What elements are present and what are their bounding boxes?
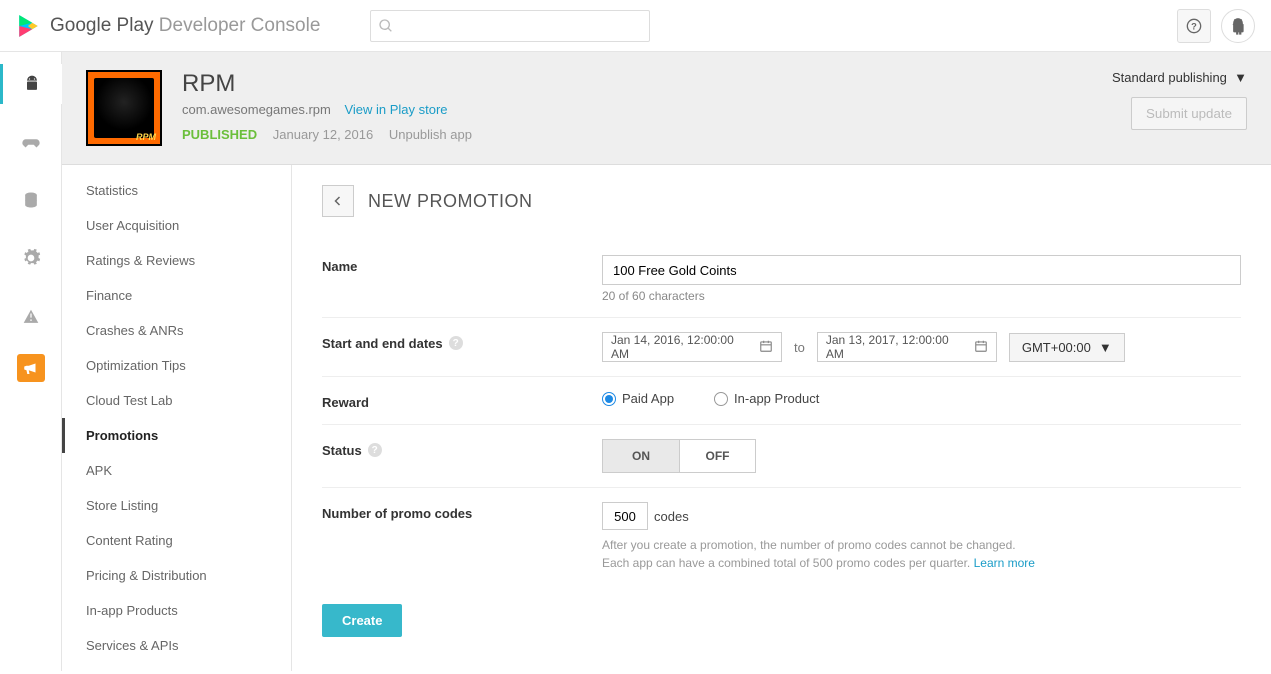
search-wrap [370,10,650,42]
search-icon [378,18,394,37]
sidebar-item-optimization-tips[interactable]: Optimization Tips [62,348,291,383]
sidebar-item-pricing-distribution[interactable]: Pricing & Distribution [62,558,291,593]
chevron-down-icon: ▼ [1099,340,1112,355]
brand-text: Google Play Developer Console [50,15,320,37]
content: StatisticsUser AcquisitionRatings & Revi… [62,165,1271,671]
database-icon [21,190,41,210]
chevron-left-icon [332,195,344,207]
unpublish-link[interactable]: Unpublish app [389,127,472,142]
help-icon[interactable]: ? [449,336,463,350]
top-bar: Google Play Developer Console ? [0,0,1271,52]
sidebar-item-services-apis[interactable]: Services & APIs [62,628,291,663]
sidebar-item-content-rating[interactable]: Content Rating [62,523,291,558]
play-logo[interactable]: Google Play Developer Console [16,13,320,39]
warning-icon [21,306,41,326]
promo-codes-note: After you create a promotion, the number… [602,536,1241,572]
rail-games[interactable] [0,122,62,162]
date-separator: to [794,340,805,355]
app-pkg-line: com.awesomegames.rpm View in Play store [182,102,1092,117]
sidebar-item-crashes-anrs[interactable]: Crashes & ANRs [62,313,291,348]
row-name: Name 20 of 60 characters [322,241,1241,318]
calendar-icon [759,339,773,356]
toggle-off[interactable]: OFF [679,440,755,472]
row-status: Status? ON OFF [322,425,1241,488]
panel-header: NEW PROMOTION [322,185,1241,217]
play-triangle-icon [16,13,42,39]
radio-in-app-product[interactable]: In-app Product [714,391,819,406]
rail-settings[interactable] [0,238,62,278]
toggle-on[interactable]: ON [603,440,679,472]
publish-date: January 12, 2016 [273,127,373,142]
radio-paid-app[interactable]: Paid App [602,391,674,406]
sidebar-item-apk[interactable]: APK [62,453,291,488]
row-promo-codes: Number of promo codes codes After you cr… [322,488,1241,586]
radio-indicator [602,392,616,406]
sidebar: StatisticsUser AcquisitionRatings & Revi… [62,165,292,671]
header-right: Standard publishing ▼ Submit update [1112,70,1247,146]
label-status: Status? [322,439,602,473]
sidebar-item-store-listing[interactable]: Store Listing [62,488,291,523]
create-button[interactable]: Create [322,604,402,637]
app-meta: RPM com.awesomegames.rpm View in Play st… [182,70,1092,146]
label-name: Name [322,255,602,303]
timezone-dropdown[interactable]: GMT+00:00▼ [1009,333,1125,362]
help-icon: ? [1186,18,1202,34]
shell: RPM RPM com.awesomegames.rpm View in Pla… [0,52,1271,671]
sidebar-item-promotions[interactable]: Promotions [62,418,291,453]
android-icon [1229,17,1247,35]
app-package: com.awesomegames.rpm [182,102,331,117]
app-title: RPM [182,70,1092,98]
account-button[interactable] [1221,9,1255,43]
app-header: RPM RPM com.awesomegames.rpm View in Pla… [62,52,1271,165]
rail-announcements[interactable] [17,354,45,382]
help-icon[interactable]: ? [368,443,382,457]
gear-icon [21,248,41,268]
top-bar-right: ? [1177,9,1255,43]
main: RPM RPM com.awesomegames.rpm View in Pla… [62,52,1271,671]
svg-text:?: ? [1191,21,1197,31]
radio-indicator [714,392,728,406]
row-dates: Start and end dates? Jan 14, 2016, 12:00… [322,318,1241,377]
status-toggle: ON OFF [602,439,756,473]
megaphone-icon [22,359,40,377]
status-badge: PUBLISHED [182,127,257,142]
sidebar-item-statistics[interactable]: Statistics [62,173,291,208]
promo-codes-input[interactable] [602,502,648,530]
rail-reports[interactable] [0,180,62,220]
app-status-line: PUBLISHED January 12, 2016 Unpublish app [182,127,1092,142]
view-store-link[interactable]: View in Play store [344,102,447,117]
sidebar-item-in-app-products[interactable]: In-app Products [62,593,291,628]
start-date-input[interactable]: Jan 14, 2016, 12:00:00 AM [602,332,782,362]
rail-alerts[interactable] [0,296,62,336]
row-reward: Reward Paid App In-app Product [322,377,1241,425]
search-input[interactable] [370,10,650,42]
calendar-icon [974,339,988,356]
label-promo-codes: Number of promo codes [322,502,602,572]
panel: NEW PROMOTION Name 20 of 60 characters S… [292,165,1271,671]
end-date-input[interactable]: Jan 13, 2017, 12:00:00 AM [817,332,997,362]
help-button[interactable]: ? [1177,9,1211,43]
publishing-mode-dropdown[interactable]: Standard publishing ▼ [1112,70,1247,85]
submit-update-button[interactable]: Submit update [1131,97,1247,130]
sidebar-item-user-acquisition[interactable]: User Acquisition [62,208,291,243]
learn-more-link[interactable]: Learn more [974,556,1035,570]
sidebar-item-cloud-test-lab[interactable]: Cloud Test Lab [62,383,291,418]
gamepad-icon [20,131,42,153]
name-input[interactable] [602,255,1241,285]
label-dates: Start and end dates? [322,332,602,362]
left-rail [0,52,62,671]
back-button[interactable] [322,185,354,217]
panel-title: NEW PROMOTION [368,191,533,212]
app-icon: RPM [86,70,162,146]
sidebar-item-finance[interactable]: Finance [62,278,291,313]
codes-suffix: codes [654,509,689,524]
android-icon [22,74,42,94]
label-reward: Reward [322,391,602,410]
rail-apps[interactable] [0,64,62,104]
sidebar-item-ratings-reviews[interactable]: Ratings & Reviews [62,243,291,278]
char-counter: 20 of 60 characters [602,289,1241,303]
